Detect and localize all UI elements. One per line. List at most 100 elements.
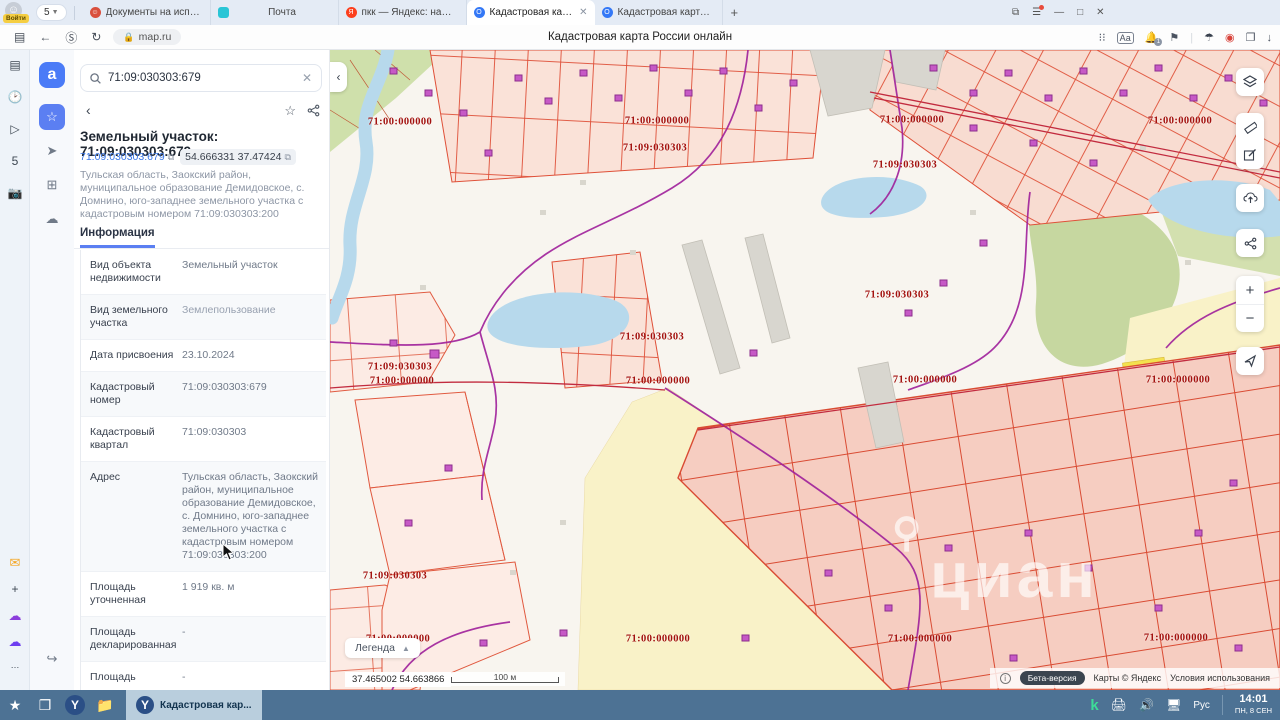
layers-button[interactable] (1236, 68, 1264, 96)
favorites-button[interactable]: ☆ (39, 104, 65, 130)
cadastral-map-canvas[interactable] (330, 50, 1280, 690)
exit-button[interactable]: ↪ (39, 646, 65, 672)
clear-search-icon[interactable]: ✕ (302, 71, 312, 85)
back-icon[interactable]: ← (39, 30, 51, 44)
tab-cadastral-map-2[interactable]: O Кадастровая карта Росс (595, 0, 723, 25)
map-area: 71:00:000000 71:00:000000 71:00:000000 71:0… (330, 50, 1280, 690)
zoom-out-button[interactable]: − (1236, 304, 1264, 332)
history-icon[interactable]: 🕑 (0, 90, 30, 104)
tab-documents[interactable]: ☺ Документы на исполнен (83, 0, 211, 25)
clock[interactable]: 14:01 ПН, 8 СЕН (1235, 694, 1272, 716)
cloud-app-icon[interactable]: ☁ (0, 634, 30, 650)
mail-icon[interactable]: ✉ (0, 555, 30, 571)
volume-tray-icon[interactable]: 🔊 (1139, 698, 1154, 712)
kaspersky-tray-icon[interactable]: k (1090, 697, 1098, 714)
site-rail: a ☆ ➤ ⊞ ☁ ↪ (30, 50, 74, 690)
bookmark-icon[interactable]: ⚑ (1169, 31, 1179, 44)
more-icon[interactable]: … (0, 660, 30, 670)
active-task-button[interactable]: Y Кадастровая кар... (126, 690, 262, 720)
extensions-icon[interactable]: ⁝⁝ (1099, 31, 1106, 44)
search-input[interactable] (108, 72, 295, 84)
legend-button[interactable]: Легенда▲ (345, 638, 420, 658)
cloud-button[interactable]: ☁ (39, 206, 65, 232)
close-tab-icon[interactable]: ✕ (579, 7, 587, 18)
close-window-button[interactable]: ✕ (1096, 7, 1104, 18)
cadastral-label: 71:00:000000 (370, 376, 434, 387)
search-box[interactable]: ✕ (80, 64, 322, 92)
zoom-in-button[interactable]: + (1236, 276, 1264, 304)
side-panel-icon[interactable]: ▤ (14, 30, 25, 44)
address-bar[interactable]: 🔒 map.ru (113, 29, 181, 45)
map-attribution: i Бета-версия Карты © Яндекс Условия исп… (990, 668, 1280, 688)
cadastral-label: 71:00:000000 (368, 117, 432, 128)
upload-button[interactable] (1236, 184, 1264, 212)
chevron-down-icon: ▼ (52, 9, 59, 16)
tabs-count-icon[interactable]: 5 (0, 154, 30, 168)
dialogs-icon[interactable]: ❐ (1246, 31, 1256, 44)
yandex-browser-launcher-icon[interactable]: Y (60, 695, 90, 715)
avatar-sphere-icon[interactable]: ◉ (1225, 31, 1235, 44)
share-map-button[interactable] (1236, 229, 1264, 257)
devices-tray-icon[interactable]: 🖥 (1166, 698, 1181, 712)
notifications-icon[interactable]: 🔔1 (1145, 31, 1159, 44)
edit-button[interactable] (1236, 141, 1264, 169)
coords-chip[interactable]: 54.666331 37.47424⧉ (180, 149, 296, 165)
pin-tool-button[interactable]: ➤ (39, 138, 65, 164)
table-row: Вид земельного участкаЗемлепользование (81, 295, 326, 340)
file-manager-icon[interactable]: 📁 (90, 697, 120, 714)
yandex-attribution[interactable]: Карты © Яндекс (1094, 673, 1162, 683)
downloads-icon[interactable]: ↓ (1267, 32, 1273, 44)
info-table: Вид объекта недвижимостиЗемельный участо… (80, 250, 326, 690)
locate-button[interactable] (1236, 347, 1264, 375)
copy-icon[interactable]: ⧉ (284, 152, 290, 163)
browser-menu-icon[interactable]: ☰ (1032, 7, 1041, 18)
tab-list-icon[interactable]: ⧉ (1012, 7, 1019, 18)
profile-avatar[interactable]: ☺ Войти (5, 2, 27, 24)
start-menu-icon[interactable]: ★ (0, 697, 30, 714)
cadastral-label: 71:09:030303 (865, 290, 929, 301)
disk-icon[interactable]: ☁ (0, 608, 30, 624)
beta-badge: Бета-версия (1020, 671, 1085, 685)
table-row: Вид объекта недвижимостиЗемельный участо… (81, 250, 326, 295)
tab-favicon: O (474, 7, 485, 18)
cadastral-label: 71:09:030303 (623, 143, 687, 154)
language-indicator[interactable]: Рус (1193, 700, 1210, 711)
panels-icon[interactable]: ▤ (0, 58, 30, 72)
back-chevron-icon[interactable]: ‹ (86, 102, 91, 118)
select-area-button[interactable]: ⊞ (39, 172, 65, 198)
coords-readout: 37.465002 54.663866 (345, 672, 451, 687)
printer-tray-icon[interactable]: 🖨 (1111, 697, 1128, 713)
window-switcher-icon[interactable]: ❐ (30, 697, 60, 714)
video-icon[interactable]: ▷ (0, 122, 30, 136)
screenshot-icon[interactable]: 📷 (0, 186, 30, 200)
tab-favicon: Я (346, 7, 357, 18)
maximize-button[interactable]: □ (1077, 7, 1083, 18)
cadastral-number-link[interactable]: 71:09:030303:679⧉ (80, 151, 174, 163)
add-icon[interactable]: + (0, 582, 30, 596)
translate-icon[interactable]: Аа (1117, 32, 1134, 44)
ruler-button[interactable] (1236, 113, 1264, 141)
table-row: Дата присвоения23.10.2024 (81, 340, 326, 372)
yandex-home-icon[interactable]: Ⓢ (65, 29, 77, 46)
measure-edit-group (1236, 113, 1264, 169)
tab-cadastral-map-active[interactable]: O Кадастровая карта Ро ✕ (467, 0, 595, 25)
new-tab-button[interactable]: + (731, 5, 739, 20)
share-icon[interactable] (307, 104, 320, 122)
tab-yandex-search[interactable]: Я пкк — Яндекс: нашлось (339, 0, 467, 25)
tab-information[interactable]: Информация (80, 227, 155, 248)
page-title: Кадастровая карта России онлайн (0, 31, 1280, 43)
collapse-panel-button[interactable]: ‹ (330, 62, 347, 92)
tab-counter[interactable]: 5 ▼ (37, 5, 66, 20)
info-icon[interactable]: i (1000, 673, 1011, 684)
reload-icon[interactable]: ↻ (91, 30, 101, 44)
site-logo[interactable]: a (39, 62, 65, 88)
minimize-button[interactable]: — (1054, 7, 1064, 18)
browser-tabbar: ☺ Войти 5 ▼ ☺ Документы на исполнен Почт… (0, 0, 1280, 25)
tab-mail[interactable]: Почта (211, 0, 339, 25)
copy-icon[interactable]: ⧉ (168, 152, 174, 163)
adblock-icon[interactable]: ☂ (1204, 31, 1214, 44)
favorite-star-icon[interactable]: ☆ (284, 103, 296, 119)
cadastral-label: 71:00:000000 (625, 116, 689, 127)
terms-link[interactable]: Условия использования (1170, 673, 1270, 683)
cadastral-label: 71:00:000000 (1148, 116, 1212, 127)
